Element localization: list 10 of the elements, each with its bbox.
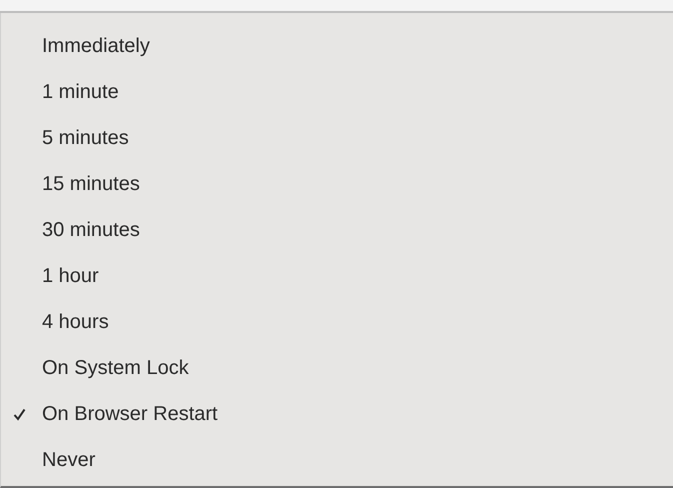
menu-item[interactable]: 5 minutes — [42, 126, 129, 150]
menu-item[interactable]: Immediately — [42, 34, 150, 58]
menu-item[interactable]: 1 hour — [42, 265, 99, 288]
menu-item[interactable]: 1 minute — [42, 80, 119, 104]
menu-item[interactable]: 4 hours — [42, 311, 109, 334]
menu-item[interactable]: On Browser Restart — [42, 403, 218, 426]
menu-item[interactable]: 15 minutes — [42, 172, 140, 196]
menu-item[interactable]: Never — [42, 449, 96, 472]
menu-item[interactable]: On System Lock — [42, 357, 189, 380]
menu-item[interactable]: 30 minutes — [42, 218, 140, 242]
